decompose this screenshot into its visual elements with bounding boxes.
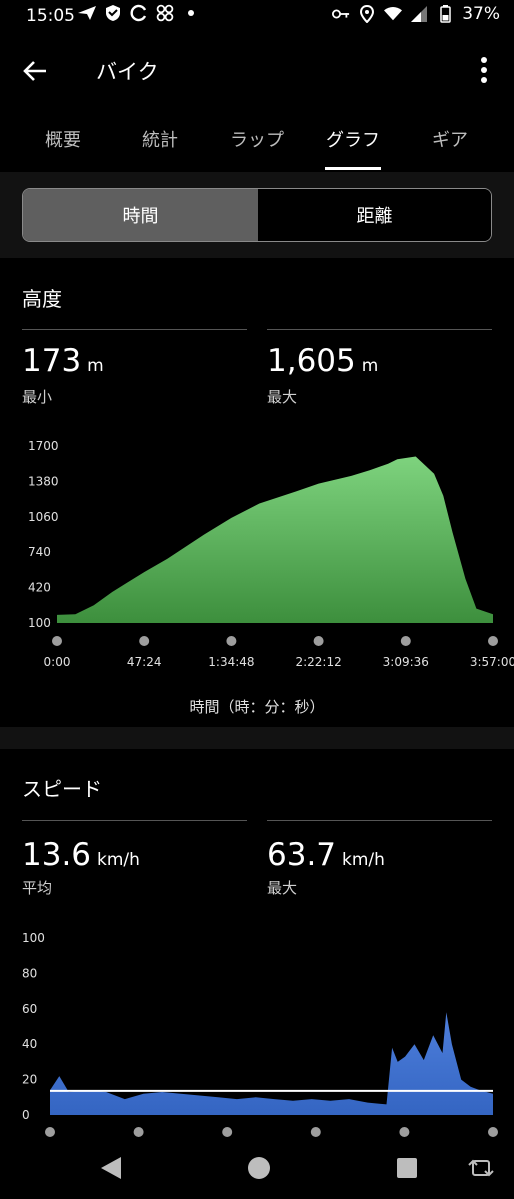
divider: [22, 820, 247, 821]
x-tick-label: 2:22:12: [295, 655, 341, 669]
section-separator: [0, 727, 514, 749]
altitude-min-stat: 173 m: [22, 343, 104, 379]
x-tick-dot: [310, 1127, 321, 1137]
x-tick-dot: [45, 1127, 55, 1137]
altitude-min-label: 最小: [22, 388, 53, 406]
more-vert-icon[interactable]: [474, 54, 494, 88]
system-nav-bar: [0, 1140, 514, 1199]
altitude-area-series: [57, 456, 493, 623]
y-tick-label: 1380: [28, 474, 59, 488]
altitude-min-unit: m: [87, 356, 104, 376]
y-tick-label: 1060: [28, 510, 59, 524]
y-tick-label: 40: [22, 1037, 37, 1051]
y-tick-label: 1700: [28, 439, 59, 453]
status-system-icons: 37%: [332, 4, 500, 24]
status-time: 15:05: [26, 6, 75, 26]
speed-max-label: 最大: [267, 879, 298, 897]
x-tick-dot: [488, 636, 498, 646]
y-tick-label: 100: [22, 931, 45, 945]
tab-graph[interactable]: グラフ: [308, 126, 398, 152]
speed-chart: 100 80 60 40 20 0: [22, 931, 498, 1137]
y-tick-label: 420: [28, 581, 51, 595]
speed-avg-stat: 13.6 km/h: [22, 837, 140, 873]
axis-toggle: 時間 距離: [22, 188, 492, 242]
sync-icon: [130, 4, 148, 22]
tab-bar: 概要 統計 ラップ グラフ ギア: [0, 112, 514, 172]
y-tick-label: 60: [22, 1002, 37, 1016]
x-tick-dot: [222, 1127, 233, 1137]
x-tick-label: 1:34:48: [208, 655, 254, 669]
y-tick-label: 0: [22, 1108, 30, 1122]
x-tick-dot: [399, 1127, 410, 1137]
x-tick-dot: [488, 1127, 498, 1137]
y-tick-label: 740: [28, 545, 51, 559]
x-tick-dot: [139, 636, 150, 646]
nav-recents-icon[interactable]: [396, 1157, 418, 1183]
x-tick-label: 3:09:36: [383, 655, 429, 669]
speed-avg-value: 13.6: [22, 837, 92, 873]
speed-area-series: [50, 1012, 493, 1115]
altitude-max-value: 1,605: [267, 343, 356, 379]
divider: [267, 820, 492, 821]
altitude-min-value: 173: [22, 343, 82, 379]
battery-icon: [436, 5, 454, 23]
x-tick-label: 0:00: [44, 655, 71, 669]
altitude-title: 高度: [22, 287, 62, 311]
axis-toggle-area: 時間 距離: [0, 172, 514, 258]
divider: [267, 329, 492, 330]
y-tick-label: 80: [22, 966, 37, 980]
battery-percent: 37%: [462, 4, 500, 24]
altitude-x-axis-label: 時間（時：分：秒）: [189, 698, 325, 716]
shield-icon: [104, 4, 122, 22]
location-icon: [358, 5, 376, 23]
send-icon: [78, 4, 96, 22]
speed-max-stat: 63.7 km/h: [267, 837, 385, 873]
toggle-time-button[interactable]: 時間: [23, 189, 258, 241]
dot-icon: [182, 4, 200, 22]
page-title: バイク: [96, 60, 159, 84]
signal-icon: [410, 5, 428, 23]
x-tick-dot: [133, 1127, 144, 1137]
speed-avg-unit: km/h: [97, 850, 140, 870]
speed-avg-label: 平均: [22, 879, 53, 897]
x-tick-dot: [400, 636, 411, 646]
speed-max-unit: km/h: [342, 850, 385, 870]
key-icon: [332, 5, 350, 23]
tab-active-indicator: [325, 167, 381, 170]
arrow-back-icon[interactable]: [20, 56, 50, 86]
y-tick-label: 100: [28, 616, 51, 630]
x-tick-label: 3:57:00: [470, 655, 514, 669]
app-bar: バイク: [0, 40, 514, 100]
y-tick-label: 20: [22, 1073, 37, 1087]
x-tick-dot: [313, 636, 324, 646]
tab-stats[interactable]: 統計: [115, 126, 205, 152]
nav-home-icon[interactable]: [247, 1156, 271, 1184]
speed-max-value: 63.7: [267, 837, 337, 873]
x-tick-dot: [226, 636, 237, 646]
status-notification-icons: [78, 4, 200, 22]
altitude-chart: 1700 1380 1060 740 420 100 0:00 47:24 1:34:48 2:2…: [28, 439, 514, 669]
fan-icon: [156, 4, 174, 22]
nav-back-icon[interactable]: [100, 1156, 122, 1184]
divider: [22, 329, 247, 330]
rotate-icon[interactable]: [468, 1157, 494, 1183]
x-tick-label: 47:24: [127, 655, 162, 669]
status-bar: 15:05 37%: [0, 0, 514, 34]
x-tick-dot: [52, 636, 62, 646]
tab-laps[interactable]: ラップ: [212, 126, 302, 152]
tab-overview[interactable]: 概要: [18, 126, 108, 152]
altitude-max-label: 最大: [267, 388, 298, 406]
toggle-distance-button[interactable]: 距離: [258, 189, 491, 241]
tab-gear[interactable]: ギア: [405, 126, 495, 152]
altitude-max-stat: 1,605 m: [267, 343, 378, 379]
wifi-icon: [384, 5, 403, 23]
altitude-max-unit: m: [361, 356, 379, 376]
speed-title: スピード: [22, 777, 102, 801]
